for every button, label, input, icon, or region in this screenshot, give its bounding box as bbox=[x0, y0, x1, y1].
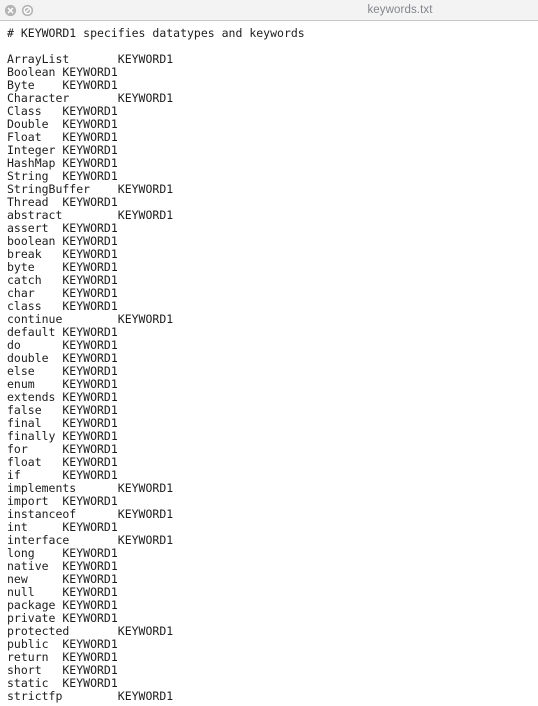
file-contents[interactable]: # KEYWORD1 specifies datatypes and keywo… bbox=[0, 21, 538, 703]
block-circle-icon[interactable] bbox=[21, 4, 34, 17]
window-title: keywords.txt bbox=[367, 4, 433, 16]
window-controls bbox=[4, 4, 34, 17]
close-circle-icon[interactable] bbox=[4, 4, 17, 17]
text-editor-area[interactable]: # KEYWORD1 specifies datatypes and keywo… bbox=[0, 21, 538, 706]
title-bar: keywords.txt bbox=[0, 0, 538, 21]
editor-window: keywords.txt # KEYWORD1 specifies dataty… bbox=[0, 0, 538, 706]
